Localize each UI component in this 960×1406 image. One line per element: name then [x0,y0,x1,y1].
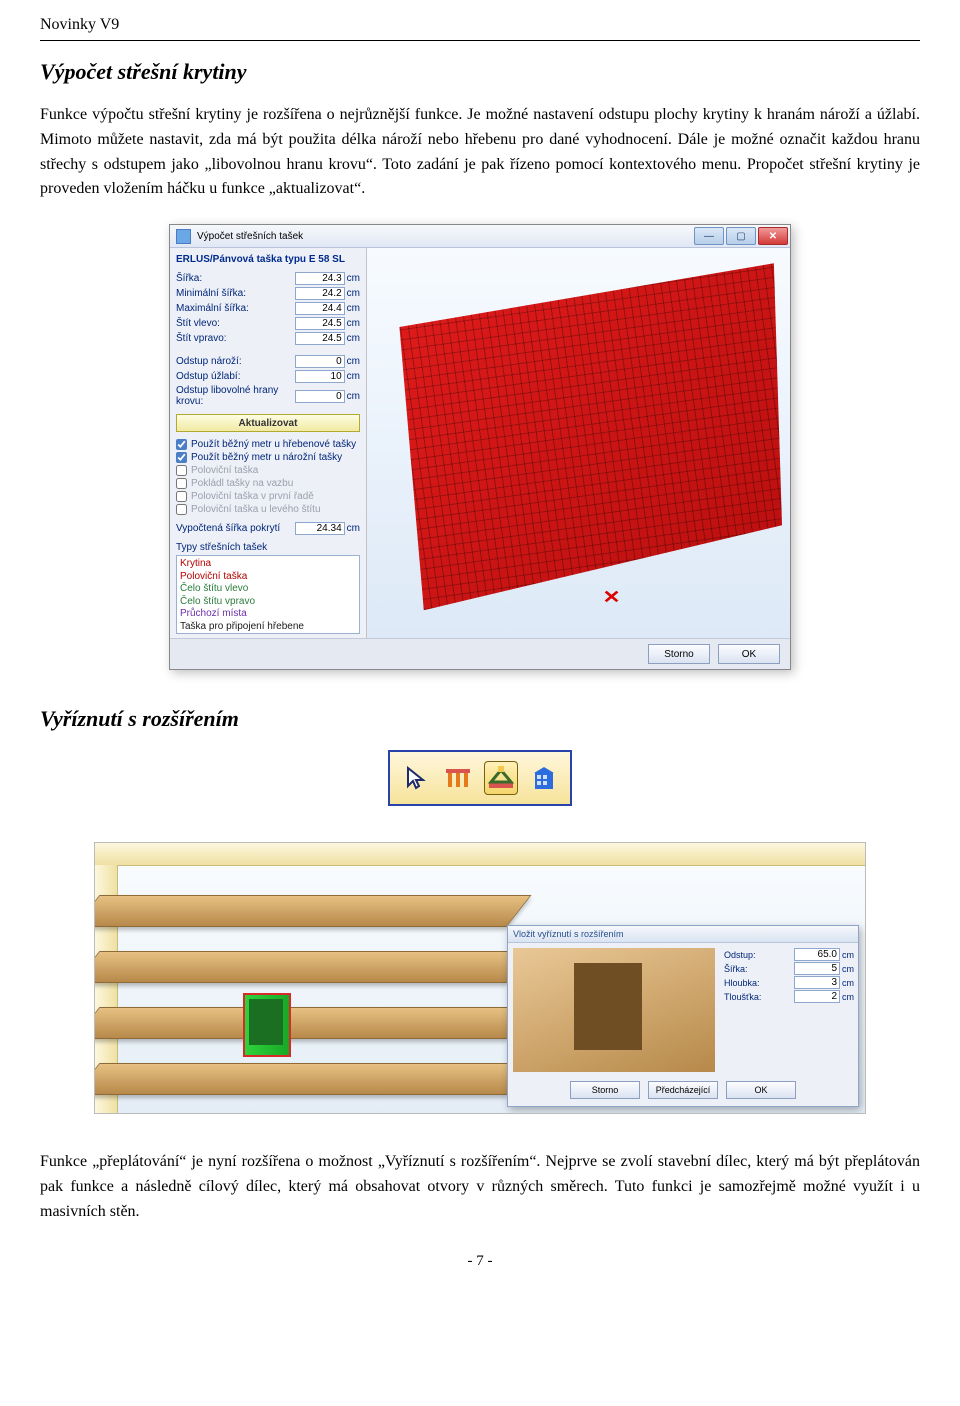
building-icon[interactable] [528,762,560,794]
product-label: ERLUS/Pánvová taška typu E 58 SL [176,254,360,265]
field-minsirka: Minimální šířka:cm [176,287,360,300]
sirka-input[interactable] [295,272,345,285]
dialog-footer: Storno OK [170,638,790,669]
cut-icon[interactable] [484,761,518,795]
beam [94,1007,532,1039]
window-icon [176,229,191,244]
mini-top-toolbar [95,843,865,866]
field-odstuplib: Odstup libovolné hrany krovu:cm [176,385,360,407]
roof-surface [375,256,782,610]
cut-highlight [243,993,291,1057]
check-c3[interactable]: Poloviční taška [176,465,360,476]
list-item[interactable]: Poloviční taška [179,571,357,584]
cut-prev-button[interactable]: Předcházející [648,1081,718,1099]
check-c1[interactable]: Použít běžný metr u hřebenové tašky [176,439,360,450]
cut-odstup-input[interactable] [794,948,840,961]
tile-types-list[interactable]: Krytina Poloviční taška Čelo štítu vlevo… [176,555,360,634]
cut-ok-button[interactable]: OK [726,1081,796,1099]
cut-dialog-title[interactable]: Vložit vyříznutí s rozšířením [508,926,858,943]
roof-x-marker: ✕ [602,587,620,608]
cut-dialog-form: Odstup:cm Šířka:cm Hloubka:cm Tloušťka:c… [720,943,858,1077]
vypoctena-input[interactable] [295,522,345,535]
maximize-button[interactable]: ▢ [726,227,756,245]
dialog-titlebar[interactable]: Výpočet střešních tašek — ▢ ✕ [170,225,790,248]
pointer-icon[interactable] [400,762,432,794]
cut-hloubka-input[interactable] [794,976,840,989]
cut-sirka-input[interactable] [794,962,840,975]
odstupnarozi-input[interactable] [295,355,345,368]
storno-button[interactable]: Storno [648,644,710,664]
list-item[interactable]: Čelo štítu vpravo [179,596,357,609]
check-c6[interactable]: Poloviční taška u levého štítu [176,504,360,515]
roof-3d-canvas[interactable]: ✕ [367,248,790,638]
check-c4[interactable]: Pokládl tašky na vazbu [176,478,360,489]
rafter-icon[interactable] [442,762,474,794]
section2-paragraph: Funkce „přeplátování“ je nyní rozšířena … [40,1150,920,1224]
field-stitvlevo: Štít vlevo:cm [176,317,360,330]
close-button[interactable]: ✕ [758,227,788,245]
aktualizovat-button[interactable]: Aktualizovat [176,414,360,432]
dialog-title: Výpočet střešních tašek [197,231,303,242]
list-item[interactable]: Taška pro připojení hřebene [179,621,357,634]
check-c5[interactable]: Poloviční taška v první řadě [176,491,360,502]
doc-header: Novinky V9 [40,10,920,36]
section1-title: Výpočet střešní krytiny [40,59,920,85]
roof-dialog: Výpočet střešních tašek — ▢ ✕ ERLUS/Pánv… [169,224,791,670]
beams-screenshot: Vložit vyříznutí s rozšířením Odstup:cm … [94,842,866,1114]
cut-dialog: Vložit vyříznutí s rozšířením Odstup:cm … [507,925,859,1107]
stitvpravo-input[interactable] [295,332,345,345]
odstuplib-input[interactable] [295,390,345,403]
field-odstupnarozi: Odstup nároží:cm [176,355,360,368]
header-rule [40,40,920,41]
list-item[interactable]: Sněhová [179,633,357,634]
section1-paragraph: Funkce výpočtu střešní krytiny je rozšíř… [40,103,920,202]
cut-storno-button[interactable]: Storno [570,1081,640,1099]
minimize-button[interactable]: — [694,227,724,245]
beam [94,951,532,983]
field-sirka: Šířka:cm [176,272,360,285]
field-stitvpravo: Štít vpravo:cm [176,332,360,345]
beam [94,895,532,927]
stitvlevo-input[interactable] [295,317,345,330]
field-maxsirka: Maximální šířka:cm [176,302,360,315]
page-number: - 7 - [40,1253,920,1270]
list-item[interactable]: Průchozí místa [179,608,357,621]
section2-title: Vyříznutí s rozšířením [40,706,920,732]
dialog-left-panel: ERLUS/Pánvová taška typu E 58 SL Šířka:c… [170,248,367,638]
list-item[interactable]: Čelo štítu vlevo [179,583,357,596]
field-vypoctena: Vypočtená šířka pokrytícm [176,522,360,535]
check-c2[interactable]: Použít běžný metr u nárožní tašky [176,452,360,463]
list-header: Typy střešních tašek [176,542,360,553]
odstupuzlabi-input[interactable] [295,370,345,383]
field-odstupuzlabi: Odstup úžlabí:cm [176,370,360,383]
beam [94,1063,532,1095]
cut-dialog-preview [513,948,715,1072]
toolbar [388,750,572,806]
minsirka-input[interactable] [295,287,345,300]
ok-button[interactable]: OK [718,644,780,664]
cut-tloustka-input[interactable] [794,990,840,1003]
list-item[interactable]: Krytina [179,558,357,571]
maxsirka-input[interactable] [295,302,345,315]
